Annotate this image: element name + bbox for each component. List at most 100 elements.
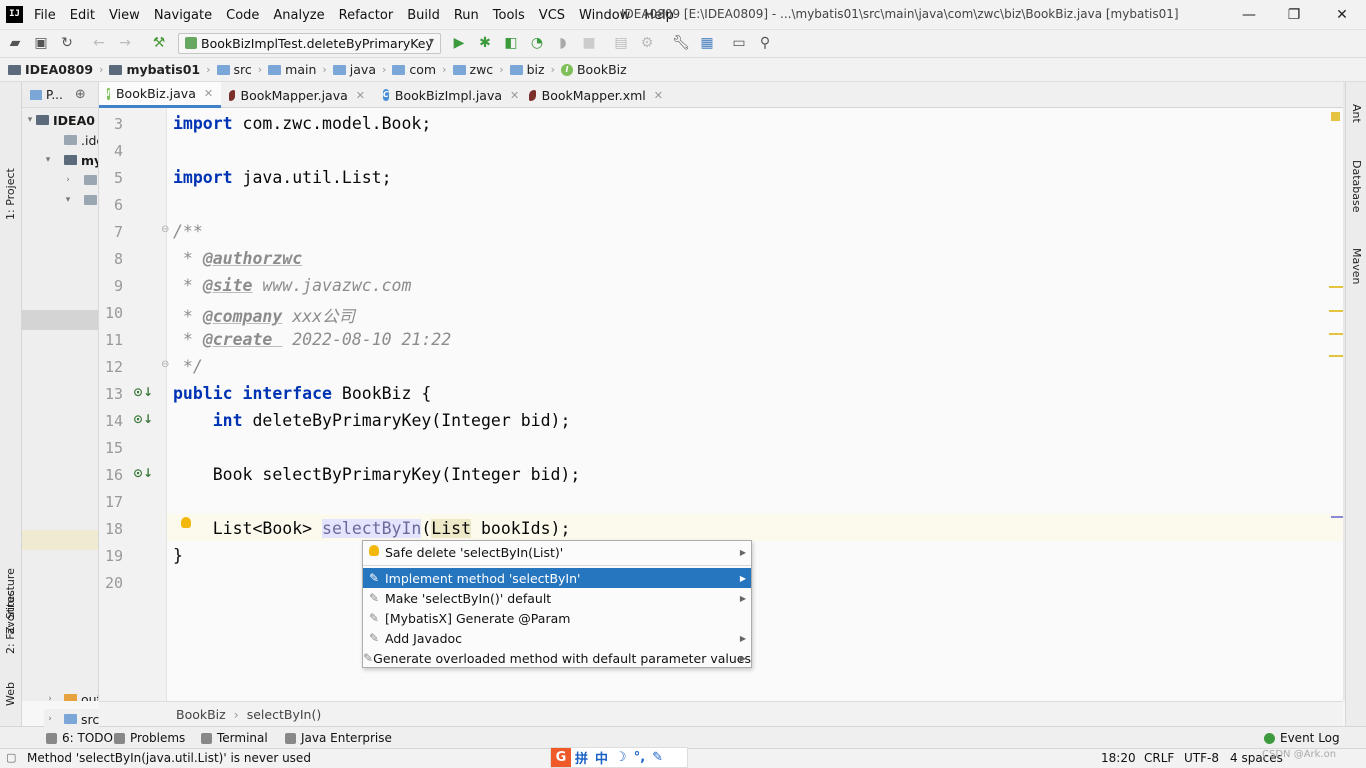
fold-icon[interactable]: ⊖ <box>161 224 171 235</box>
project-view-label[interactable]: P... <box>46 88 63 102</box>
status-toggle-icon[interactable]: ▢ <box>6 751 16 764</box>
tools-icon[interactable]: ⚙ <box>638 34 656 52</box>
tool-problems[interactable]: Problems <box>114 731 185 745</box>
forward-icon[interactable]: → <box>116 34 134 52</box>
implemented-down-icon[interactable]: ⊙↓ <box>133 385 153 399</box>
highlighted-tree-row[interactable] <box>22 530 98 550</box>
locate-icon[interactable]: ⊕ <box>75 87 86 102</box>
error-stripe-mark[interactable] <box>1329 333 1343 335</box>
error-stripe-mark[interactable] <box>1331 516 1343 518</box>
tool-tab-project[interactable]: 1: Project <box>0 142 22 226</box>
run-config-dropdown[interactable]: BookBizImplTest.deleteByPrimaryKey ▾ <box>178 33 441 54</box>
menu-edit[interactable]: Edit <box>70 8 95 23</box>
attach-icon[interactable]: ◗ <box>554 34 572 52</box>
terminal-icon[interactable]: ▭ <box>730 34 748 52</box>
breadcrumb-project[interactable]: IDEA0809 › <box>8 62 109 77</box>
ime-moon-icon[interactable]: ☽ <box>615 750 627 765</box>
implemented-down-icon[interactable]: ⊙↓ <box>133 466 153 480</box>
tree-item-project[interactable]: ▾ IDEA0 <box>24 110 95 130</box>
breadcrumb-src[interactable]: src › <box>216 62 269 77</box>
tree-item-folder[interactable]: › <box>62 170 98 190</box>
close-icon[interactable]: ✕ <box>1331 4 1353 26</box>
close-tab-icon[interactable]: ✕ <box>356 89 365 102</box>
close-tab-icon[interactable]: ✕ <box>510 89 519 102</box>
tab-bookmapper-xml[interactable]: BookMapper.xml ✕ <box>521 82 671 108</box>
menu-view[interactable]: View <box>109 8 140 23</box>
tool-event-log[interactable]: Event Log <box>1264 731 1340 745</box>
menu-refactor[interactable]: Refactor <box>339 8 394 23</box>
tool-tab-favorites[interactable]: 2: Favorites <box>0 576 22 656</box>
close-tab-icon[interactable]: ✕ <box>654 89 663 102</box>
search-icon[interactable]: ⚲ <box>756 34 774 52</box>
menu-run[interactable]: Run <box>454 8 479 23</box>
popup-item-implement-method[interactable]: ✎ Implement method 'selectByIn' ▶ <box>363 568 751 588</box>
implemented-down-icon[interactable]: ⊙↓ <box>133 412 153 426</box>
popup-item-mybatisx-param[interactable]: ✎ [MybatisX] Generate @Param <box>363 608 751 628</box>
popup-item-add-javadoc[interactable]: ✎ Add Javadoc ▶ <box>363 628 751 648</box>
run-icon[interactable]: ▶ <box>450 34 468 52</box>
minimize-icon[interactable]: — <box>1238 4 1260 26</box>
menu-file[interactable]: File <box>34 8 56 23</box>
caret-position[interactable]: 18:20 <box>1101 751 1136 765</box>
tool-tab-web[interactable]: Web <box>0 672 22 712</box>
breadcrumb-biz[interactable]: biz › <box>509 62 561 77</box>
breadcrumb-main[interactable]: main › <box>268 62 333 77</box>
file-encoding[interactable]: UTF-8 <box>1184 751 1219 765</box>
tree-item-out[interactable]: ›out <box>44 689 98 701</box>
crumb-interface[interactable]: BookBiz <box>176 707 226 722</box>
tree-item-src[interactable]: › src <box>44 709 100 729</box>
breadcrumb-bookbiz[interactable]: I BookBiz <box>560 62 627 77</box>
breadcrumb-zwc[interactable]: zwc › <box>452 62 510 77</box>
ime-pinyin-icon[interactable]: 拼 <box>575 748 588 767</box>
tab-bookmapper-java[interactable]: BookMapper.java ✕ <box>221 82 373 108</box>
menu-navigate[interactable]: Navigate <box>154 8 212 23</box>
ime-toolbar[interactable]: G 拼 中 ☽ °, ✎ <box>550 747 688 768</box>
selected-tree-row[interactable] <box>22 310 98 330</box>
popup-item-safe-delete[interactable]: Safe delete 'selectByIn(List)' ▶ <box>363 542 751 562</box>
menu-vcs[interactable]: VCS <box>539 8 565 23</box>
breadcrumb-module[interactable]: mybatis01 › <box>109 62 216 77</box>
crumb-method[interactable]: selectByIn() <box>247 707 321 722</box>
menu-tools[interactable]: Tools <box>493 8 525 23</box>
wrench-icon[interactable]: 🔧︎ <box>672 34 690 52</box>
line-separator[interactable]: CRLF <box>1144 751 1174 765</box>
warning-indicator-icon[interactable] <box>1331 112 1340 121</box>
ime-tools-icon[interactable]: ✎ <box>652 750 663 765</box>
breadcrumb-com[interactable]: com › <box>392 62 452 77</box>
profile-icon[interactable]: ◔ <box>528 34 546 52</box>
menu-build[interactable]: Build <box>407 8 440 23</box>
error-stripe-mark[interactable] <box>1329 286 1343 288</box>
tool-todo[interactable]: 6: TODO <box>46 731 113 745</box>
intention-bulb-icon[interactable] <box>181 517 191 532</box>
popup-item-generate-overloaded[interactable]: ✎ Generate overloaded method with default… <box>363 648 751 668</box>
popup-item-make-default[interactable]: ✎ Make 'selectByIn()' default ▶ <box>363 588 751 608</box>
error-stripe-mark[interactable] <box>1329 355 1343 357</box>
menu-code[interactable]: Code <box>226 8 259 23</box>
close-tab-icon[interactable]: ✕ <box>204 87 213 100</box>
tool-terminal[interactable]: Terminal <box>201 731 268 745</box>
build-icon[interactable]: ⚒ <box>150 34 168 52</box>
menu-analyze[interactable]: Analyze <box>273 8 324 23</box>
rebuild-icon[interactable]: ▤ <box>612 34 630 52</box>
back-icon[interactable]: ← <box>90 34 108 52</box>
coverage-icon[interactable]: ◧ <box>502 34 520 52</box>
ime-chinese-icon[interactable]: 中 <box>595 748 608 767</box>
breadcrumb-java[interactable]: java › <box>332 62 393 77</box>
stop-icon[interactable]: ■ <box>580 34 598 52</box>
tab-bookbiz-java[interactable]: I BookBiz.java ✕ <box>99 82 221 108</box>
error-stripe-mark[interactable] <box>1329 310 1343 312</box>
tool-java-enterprise[interactable]: Java Enterprise <box>285 731 392 745</box>
debug-icon[interactable]: ✱ <box>476 34 494 52</box>
open-icon[interactable]: ▰ <box>6 34 24 52</box>
ime-punctuation-icon[interactable]: °, <box>634 750 645 765</box>
sync-icon[interactable]: ↻ <box>58 34 76 52</box>
tree-item-module[interactable]: ▾my <box>42 150 98 170</box>
tree-item-idea[interactable]: .ide <box>64 130 98 150</box>
tab-bookbizimpl-java[interactable]: C BookBizImpl.java ✕ <box>375 82 521 108</box>
tree-item-folder[interactable]: ▾ <box>62 190 98 210</box>
structure-icon[interactable]: ▦ <box>698 34 716 52</box>
restore-icon[interactable]: ❐ <box>1283 4 1305 26</box>
save-icon[interactable]: ▣ <box>32 34 50 52</box>
fold-icon[interactable]: ⊖ <box>161 359 171 370</box>
selected-method-name[interactable]: selectByIn <box>322 519 422 538</box>
